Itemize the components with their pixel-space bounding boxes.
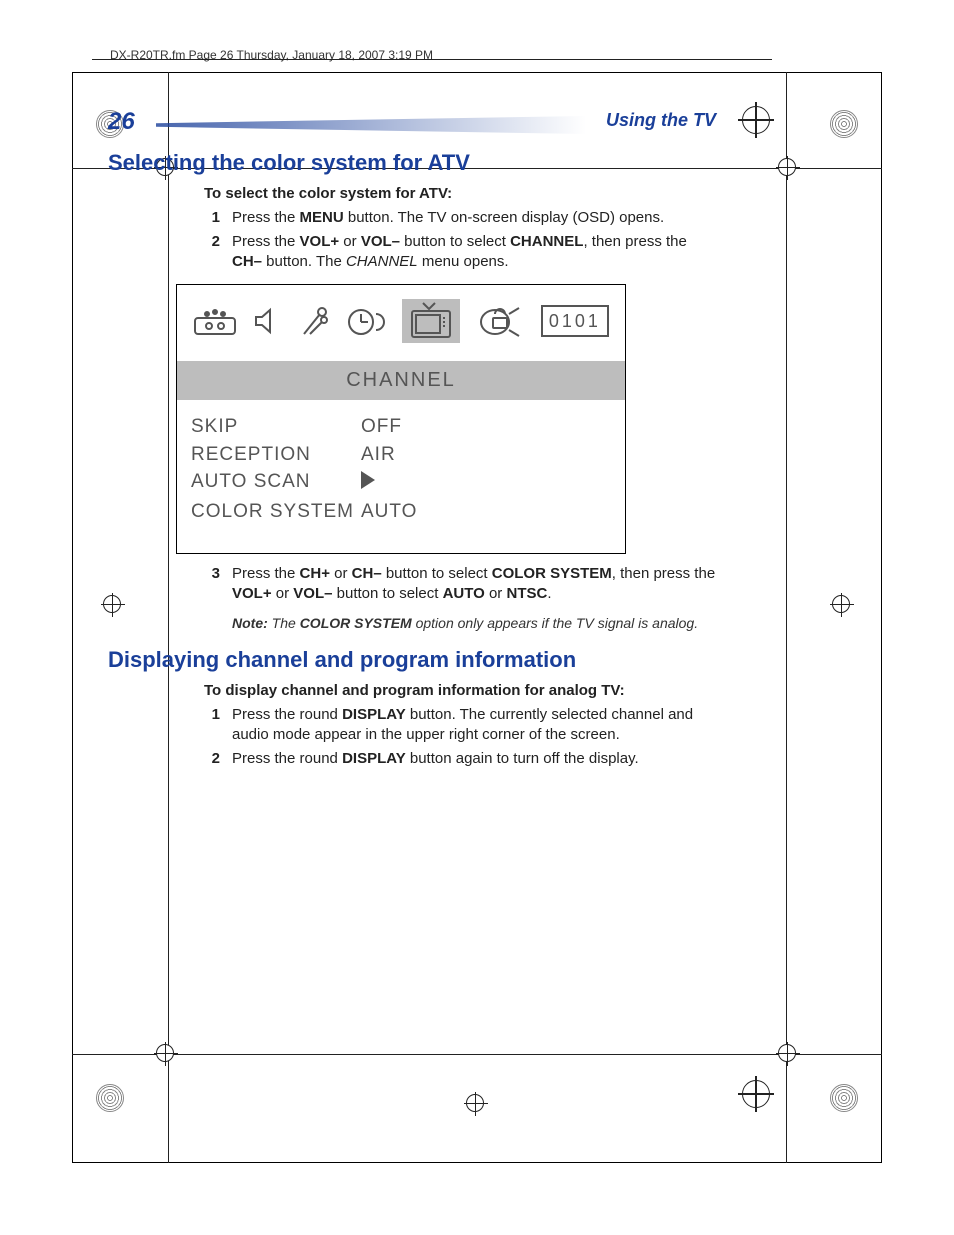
page-header: 26 Using the TV: [108, 108, 716, 142]
heading-display-info: Displaying channel and program informati…: [108, 647, 716, 673]
header-wedge-icon: [156, 116, 586, 134]
channel-icon: [402, 299, 460, 343]
step-number: 1: [204, 705, 220, 746]
page-content: 26 Using the TV Selecting the color syst…: [108, 108, 716, 779]
osd-row-value: OFF: [361, 414, 611, 440]
step-number: 2: [204, 749, 220, 769]
step-number: 3: [204, 564, 220, 605]
registration-mark-icon: [778, 1044, 796, 1062]
registration-mark-icon: [466, 1094, 484, 1112]
registration-mark-icon: [742, 106, 770, 134]
running-head: DX-R20TR.fm Page 26 Thursday, January 18…: [110, 48, 433, 62]
step-text: Press the CH+ or CH– button to select CO…: [232, 564, 716, 605]
heading-color-system: Selecting the color system for ATV: [108, 150, 716, 176]
play-arrow-icon: [361, 471, 375, 489]
step-item: 1 Press the MENU button. The TV on-scree…: [204, 208, 716, 228]
procedure-steps: 1 Press the MENU button. The TV on-scree…: [204, 208, 716, 272]
step-item: 2 Press the VOL+ or VOL– button to selec…: [204, 232, 716, 273]
osd-row-label: RECEPTION: [191, 442, 361, 468]
procedure-steps-continued: 3 Press the CH+ or CH– button to select …: [204, 564, 716, 605]
step-text: Press the VOL+ or VOL– button to select …: [232, 232, 716, 273]
registration-mark-icon: [778, 158, 796, 176]
page-number: 26: [108, 108, 135, 135]
crop-line: [72, 1054, 882, 1055]
osd-row-label: SKIP: [191, 414, 361, 440]
osd-row-value: [361, 469, 611, 497]
step-text: Press the MENU button. The TV on-screen …: [232, 208, 716, 228]
step-text: Press the round DISPLAY button again to …: [232, 749, 716, 769]
osd-row-label: COLOR SYSTEM: [191, 499, 361, 525]
registration-mark-icon: [742, 1080, 770, 1108]
timer-icon: [346, 304, 386, 338]
procedure-lead: To display channel and program informati…: [204, 681, 716, 701]
step-item: 3 Press the CH+ or CH– button to select …: [204, 564, 716, 605]
osd-title: CHANNEL: [177, 361, 625, 400]
step-number: 2: [204, 232, 220, 273]
setup-icon: [300, 304, 330, 338]
step-item: 2 Press the round DISPLAY button again t…: [204, 749, 716, 769]
registration-mark-icon: [156, 1044, 174, 1062]
note: Note: The COLOR SYSTEM option only appea…: [232, 614, 716, 633]
osd-row-label: AUTO SCAN: [191, 469, 361, 497]
step-item: 1 Press the round DISPLAY button. The cu…: [204, 705, 716, 746]
section-title: Using the TV: [606, 110, 716, 131]
picture-icon: [193, 306, 237, 336]
lock-icon: [477, 304, 525, 338]
procedure-lead: To select the color system for ATV:: [204, 184, 716, 204]
step-text: Press the round DISPLAY button. The curr…: [232, 705, 716, 746]
registration-ball-icon: [96, 1084, 124, 1112]
osd-row-value: AUTO: [361, 499, 611, 525]
osd-screenshot: 0101 CHANNEL SKIP OFF RECEPTION AIR AUTO…: [176, 284, 626, 554]
crop-line: [786, 72, 787, 1163]
procedure-steps: 1 Press the round DISPLAY button. The cu…: [204, 705, 716, 769]
registration-mark-icon: [832, 595, 850, 613]
osd-icon-row: 0101: [191, 297, 611, 351]
registration-ball-icon: [830, 110, 858, 138]
osd-row-value: AIR: [361, 442, 611, 468]
registration-ball-icon: [830, 1084, 858, 1112]
osd-code: 0101: [541, 305, 609, 337]
osd-menu: SKIP OFF RECEPTION AIR AUTO SCAN COLOR S…: [191, 414, 611, 525]
note-label: Note:: [232, 615, 268, 631]
step-number: 1: [204, 208, 220, 228]
sound-icon: [253, 306, 283, 336]
